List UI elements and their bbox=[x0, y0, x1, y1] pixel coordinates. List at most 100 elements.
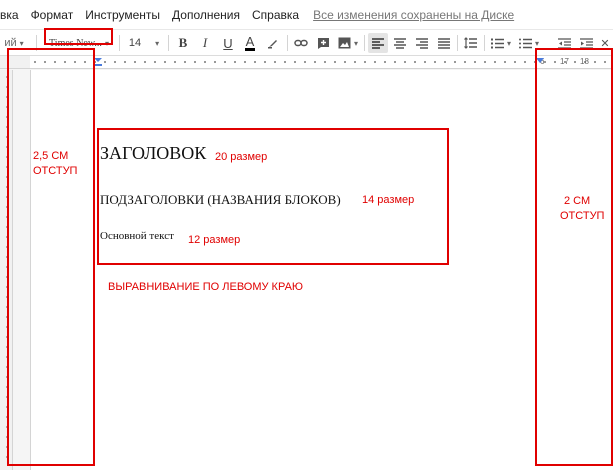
alignment-note: ВЫРАВНИВАНИЕ ПО ЛЕВОМУ КРАЮ bbox=[108, 281, 304, 293]
ruler-tick bbox=[434, 61, 436, 63]
align-left-icon bbox=[372, 37, 384, 49]
ruler-tick bbox=[414, 61, 416, 63]
left-margin-highlight-box bbox=[7, 48, 95, 466]
ruler-tick bbox=[264, 61, 266, 63]
toolbar-divider bbox=[364, 35, 365, 51]
indent-increase-icon bbox=[579, 37, 593, 49]
ruler-tick bbox=[504, 61, 506, 63]
ruler-tick bbox=[394, 61, 396, 63]
ruler-tick bbox=[374, 61, 376, 63]
ruler-tick bbox=[314, 61, 316, 63]
ruler-tick bbox=[404, 61, 406, 63]
insert-comment-button[interactable] bbox=[314, 33, 332, 53]
chevron-down-icon: ▾ bbox=[534, 38, 539, 48]
line-spacing-icon bbox=[463, 37, 477, 49]
right-margin-highlight-box bbox=[535, 48, 613, 466]
ruler-tick bbox=[204, 61, 206, 63]
menu-item-format[interactable]: Формат bbox=[25, 8, 80, 22]
ruler-tick bbox=[134, 61, 136, 63]
ruler-tick bbox=[154, 61, 156, 63]
bulleted-list-icon bbox=[518, 38, 532, 48]
body-size-label: 12 размер bbox=[188, 234, 241, 246]
right-margin-size-label: 2 СМ bbox=[564, 195, 591, 207]
ruler-tick bbox=[254, 61, 256, 63]
heading-size-label: 20 размер bbox=[215, 151, 268, 163]
comment-add-icon bbox=[317, 37, 329, 49]
toolbar-divider bbox=[287, 35, 288, 51]
saved-status-link[interactable]: Все изменения сохранены на Диске bbox=[305, 8, 514, 22]
text-color-button[interactable]: A bbox=[241, 33, 259, 53]
link-icon bbox=[294, 39, 308, 47]
ruler-tick bbox=[284, 61, 286, 63]
ruler-tick bbox=[304, 61, 306, 63]
align-right-icon bbox=[416, 37, 428, 49]
line-spacing-button[interactable] bbox=[461, 33, 479, 53]
align-justify-icon bbox=[438, 37, 450, 49]
numbered-list-button[interactable]: ▾ bbox=[489, 33, 513, 53]
ruler-tick bbox=[484, 61, 486, 63]
ruler-tick bbox=[384, 61, 386, 63]
ruler-tick bbox=[524, 61, 526, 63]
ruler-tick bbox=[274, 61, 276, 63]
ruler-tick bbox=[124, 61, 126, 63]
align-right-button[interactable] bbox=[413, 33, 431, 53]
highlight-button[interactable] bbox=[264, 33, 282, 53]
bold-button[interactable]: B bbox=[174, 33, 192, 53]
right-margin-indent-label: ОТСТУП bbox=[560, 210, 605, 222]
toolbar-divider bbox=[168, 35, 169, 51]
ruler-tick bbox=[454, 61, 456, 63]
left-margin-indent-label: ОТСТУП bbox=[33, 165, 78, 177]
left-indent-marker-icon[interactable] bbox=[94, 58, 102, 67]
ruler-tick bbox=[244, 61, 246, 63]
ruler-tick bbox=[234, 61, 236, 63]
chevron-down-icon: ▾ bbox=[353, 38, 358, 48]
ruler-tick bbox=[464, 61, 466, 63]
toolbar-divider bbox=[457, 35, 458, 51]
menu-item-edit[interactable]: вка bbox=[0, 8, 25, 22]
ruler-tick bbox=[444, 61, 446, 63]
ruler-tick bbox=[184, 61, 186, 63]
align-left-button[interactable] bbox=[368, 33, 388, 53]
align-center-button[interactable] bbox=[391, 33, 409, 53]
ruler-tick bbox=[174, 61, 176, 63]
ruler-tick bbox=[424, 61, 426, 63]
highlighter-icon bbox=[268, 40, 277, 49]
ruler-tick bbox=[114, 61, 116, 63]
ruler-tick bbox=[164, 61, 166, 63]
align-center-icon bbox=[394, 37, 406, 49]
menu-bar: вка Формат Инструменты Дополнения Справк… bbox=[0, 0, 613, 30]
text-color-icon: A bbox=[244, 33, 256, 51]
image-icon bbox=[338, 37, 351, 49]
chevron-down-icon: ▾ bbox=[506, 38, 511, 48]
toolbar-divider bbox=[119, 35, 120, 51]
menu-item-addons[interactable]: Дополнения bbox=[166, 8, 246, 22]
ruler-tick bbox=[354, 61, 356, 63]
left-margin-size-label: 2,5 СМ bbox=[33, 150, 69, 162]
ruler-tick bbox=[494, 61, 496, 63]
menu-item-tools[interactable]: Инструменты bbox=[79, 8, 166, 22]
ruler-tick bbox=[104, 61, 106, 63]
ruler-tick bbox=[514, 61, 516, 63]
ruler-tick bbox=[224, 61, 226, 63]
ruler-tick bbox=[324, 61, 326, 63]
toolbar-divider bbox=[484, 35, 485, 51]
ruler-tick bbox=[334, 61, 336, 63]
font-size-select[interactable]: 14 ▾ bbox=[124, 33, 164, 53]
numbered-list-icon bbox=[490, 38, 504, 48]
indent-decrease-icon bbox=[557, 37, 571, 49]
ruler-tick bbox=[344, 61, 346, 63]
insert-image-button[interactable]: ▾ bbox=[336, 33, 360, 53]
chevron-down-icon: ▾ bbox=[19, 38, 24, 48]
horizontal-ruler[interactable]: 6 17 18 bbox=[30, 56, 613, 69]
subheading-size-label: 14 размер bbox=[362, 194, 415, 206]
italic-button[interactable]: I bbox=[196, 33, 214, 53]
ruler-tick bbox=[294, 61, 296, 63]
insert-link-button[interactable] bbox=[292, 33, 310, 53]
ruler-tick bbox=[194, 61, 196, 63]
ruler-tick bbox=[474, 61, 476, 63]
font-highlight-box bbox=[44, 28, 113, 45]
menu-item-help[interactable]: Справка bbox=[246, 8, 305, 22]
underline-button[interactable]: U bbox=[219, 33, 237, 53]
ruler-tick bbox=[214, 61, 216, 63]
align-justify-button[interactable] bbox=[435, 33, 453, 53]
